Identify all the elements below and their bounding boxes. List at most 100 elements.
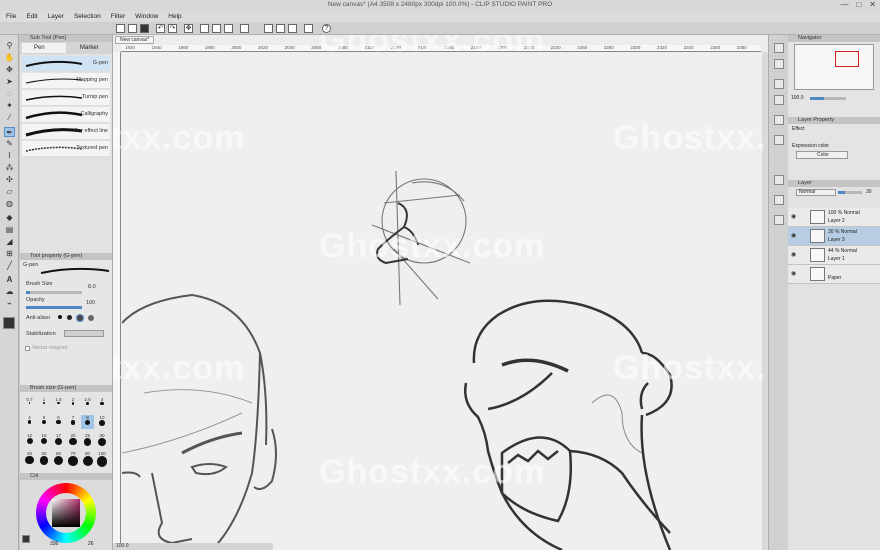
- brush-size-option[interactable]: 17: [52, 433, 65, 447]
- brush-size-option[interactable]: 25: [81, 433, 94, 447]
- brush-size-option[interactable]: 50: [38, 451, 51, 465]
- snap-ruler-icon[interactable]: [264, 24, 273, 33]
- anti-alias-strong[interactable]: [88, 315, 94, 321]
- tablet-settings-icon[interactable]: [304, 24, 313, 33]
- menu-selection[interactable]: Selection: [74, 11, 101, 22]
- fill-tool-icon[interactable]: ◆: [4, 213, 15, 223]
- brush-size-option[interactable]: 100: [96, 451, 109, 467]
- opacity-slider[interactable]: [26, 306, 82, 309]
- brush-size-option[interactable]: 12: [23, 433, 36, 447]
- vector-magnet-checkbox[interactable]: [25, 346, 30, 351]
- menu-window[interactable]: Window: [135, 11, 158, 22]
- undo-icon[interactable]: ↶: [156, 24, 165, 33]
- brush-size-slider[interactable]: [26, 291, 82, 294]
- brush-textured-pen[interactable]: Textured pen: [22, 141, 110, 157]
- eye-icon[interactable]: ◉: [791, 232, 796, 239]
- eraser-tool-icon[interactable]: ▱: [4, 187, 15, 197]
- brush-size-option[interactable]: 5: [38, 415, 51, 429]
- open-file-icon[interactable]: [128, 24, 137, 33]
- navigator-zoom-slider[interactable]: [810, 97, 846, 100]
- panel-icon[interactable]: [774, 95, 784, 105]
- blend-mode-dropdown[interactable]: Normal: [796, 189, 836, 196]
- brush-effect-line[interactable]: For effect line: [22, 124, 110, 140]
- anti-alias-none[interactable]: [58, 315, 62, 319]
- panel-icon[interactable]: [774, 175, 784, 185]
- figure-tool-icon[interactable]: ◢: [4, 237, 15, 247]
- brush-size-option[interactable]: 6: [52, 415, 65, 429]
- tab-pen[interactable]: Pen: [22, 43, 66, 53]
- brush-tool-icon[interactable]: ⌇: [4, 151, 15, 161]
- document-tab[interactable]: New canvas*: [115, 36, 155, 44]
- brush-size-option[interactable]: 4: [23, 415, 36, 429]
- brush-size-option[interactable]: 3: [96, 397, 109, 411]
- menu-filter[interactable]: Filter: [111, 11, 125, 22]
- eyedropper-tool-icon[interactable]: ⁄: [4, 113, 15, 123]
- decoration-tool-icon[interactable]: ✣: [4, 175, 15, 185]
- maximize-button[interactable]: □: [856, 0, 861, 9]
- drawing-canvas[interactable]: [121, 53, 762, 550]
- frame-tool-icon[interactable]: ⊞: [4, 249, 15, 259]
- layer-row[interactable]: ◉ 30 % Normal Layer 3: [788, 227, 880, 246]
- brush-size-option[interactable]: 0.7: [23, 397, 36, 411]
- eye-icon[interactable]: ◉: [791, 251, 796, 258]
- brush-size-option[interactable]: 40: [23, 451, 36, 465]
- deselect-icon[interactable]: [200, 24, 209, 33]
- transform-icon[interactable]: ✥: [184, 24, 193, 33]
- minimize-button[interactable]: —: [840, 0, 848, 9]
- brush-size-option[interactable]: 2: [67, 397, 80, 411]
- snap-grid-icon[interactable]: [276, 24, 285, 33]
- zoom-tool-icon[interactable]: ⚲: [4, 41, 15, 51]
- layer-row[interactable]: ◉ Paper: [788, 265, 880, 284]
- help-icon[interactable]: ?: [322, 24, 331, 33]
- brush-turnip-pen[interactable]: Turnip pen: [22, 90, 110, 106]
- saturation-value-square[interactable]: [52, 499, 80, 527]
- gradient-tool-icon[interactable]: ▤: [4, 225, 15, 235]
- text-tool-icon[interactable]: A: [4, 275, 15, 285]
- balloon-tool-icon[interactable]: ☁: [4, 287, 15, 297]
- panel-icon[interactable]: [774, 59, 784, 69]
- stabilization-input[interactable]: [64, 330, 104, 337]
- snap-special-ruler-icon[interactable]: [288, 24, 297, 33]
- brush-calligraphy[interactable]: Calligraphy: [22, 107, 110, 123]
- brush-size-option[interactable]: 8: [81, 415, 94, 429]
- panel-icon[interactable]: [774, 79, 784, 89]
- brush-size-option[interactable]: 70: [67, 451, 80, 466]
- save-icon[interactable]: [140, 24, 149, 33]
- airbrush-tool-icon[interactable]: ⁂: [4, 163, 15, 173]
- hand-tool-icon[interactable]: ✋: [4, 53, 15, 63]
- close-button[interactable]: ✕: [869, 0, 876, 9]
- invert-selection-icon[interactable]: [224, 24, 233, 33]
- brush-size-option[interactable]: 80: [81, 451, 94, 466]
- panel-icon[interactable]: [774, 115, 784, 125]
- brush-mapping-pen[interactable]: Mapping pen: [22, 73, 110, 89]
- brush-size-option[interactable]: 20: [67, 433, 80, 447]
- panel-icon[interactable]: [774, 215, 784, 225]
- panel-icon[interactable]: [774, 135, 784, 145]
- auto-select-tool-icon[interactable]: ✦: [4, 101, 15, 111]
- selection-tool-icon[interactable]: ◌: [4, 89, 15, 99]
- current-color-swatch[interactable]: [22, 535, 30, 543]
- panel-icon[interactable]: [774, 195, 784, 205]
- brush-g-pen[interactable]: G-pen: [22, 56, 110, 72]
- brush-size-option[interactable]: 1: [38, 397, 51, 411]
- layer-row[interactable]: ◉ 100 % Normal Layer 2: [788, 208, 880, 227]
- anti-alias-medium[interactable]: [76, 314, 84, 322]
- select-all-icon[interactable]: [212, 24, 221, 33]
- brush-size-option[interactable]: 1.5: [52, 397, 65, 411]
- move-tool-icon[interactable]: ✥: [4, 65, 15, 75]
- operation-tool-icon[interactable]: ➤: [4, 77, 15, 87]
- main-color-chip[interactable]: [3, 317, 15, 329]
- correct-line-tool-icon[interactable]: ⌁: [4, 299, 15, 309]
- clear-icon[interactable]: [240, 24, 249, 33]
- menu-edit[interactable]: Edit: [26, 11, 37, 22]
- new-file-icon[interactable]: [116, 24, 125, 33]
- navigator-thumbnail[interactable]: [794, 44, 874, 90]
- tab-marker[interactable]: Marker: [68, 43, 112, 53]
- ruler-tool-icon[interactable]: ╱: [4, 261, 15, 271]
- menu-help[interactable]: Help: [168, 11, 181, 22]
- redo-icon[interactable]: ↷: [168, 24, 177, 33]
- menu-file[interactable]: File: [6, 11, 16, 22]
- eye-icon[interactable]: ◉: [791, 270, 796, 277]
- brush-size-option[interactable]: 7: [67, 415, 80, 429]
- layer-opacity-slider[interactable]: [838, 191, 862, 194]
